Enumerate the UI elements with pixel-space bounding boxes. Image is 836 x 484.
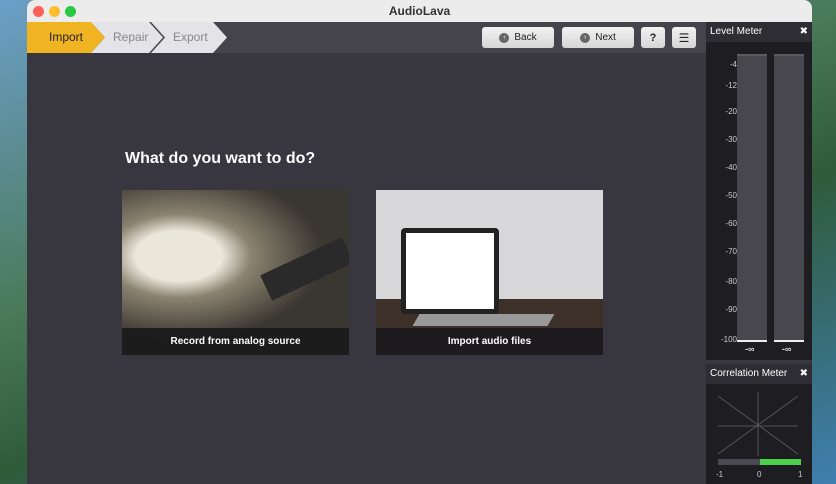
laptop-image (401, 228, 499, 314)
corr-label-min: -1 (716, 470, 724, 479)
scale-tick: -4 (729, 60, 737, 69)
scale-tick: -100 (720, 335, 737, 344)
level-meter-header: Level Meter ✖ (706, 22, 812, 42)
correlation-meter-header: Correlation Meter ✖ (706, 364, 812, 384)
close-icon[interactable]: ✖ (800, 364, 808, 384)
correlation-bar (760, 459, 801, 465)
scale-tick: -60 (725, 219, 737, 228)
page-title: What do you want to do? (125, 150, 316, 167)
level-meter-title: Level Meter (710, 26, 763, 37)
chevron-left-icon: ‹ (499, 32, 510, 43)
right-channel-bar (774, 54, 804, 342)
correlation-meter-title: Correlation Meter (710, 368, 788, 379)
scale-tick: -70 (725, 247, 737, 256)
right-peak-value: -∞ (782, 344, 792, 354)
import-files-label: Import audio files (376, 328, 603, 355)
window-title: AudioLava (388, 4, 451, 18)
title-bar: AudioLava (27, 0, 812, 22)
record-analog-label: Record from analog source (122, 328, 349, 355)
scale-tick: -40 (725, 163, 737, 172)
left-peak-value: -∞ (745, 344, 755, 354)
corr-label-max: 1 (798, 470, 803, 479)
left-channel-bar (737, 54, 767, 342)
record-analog-option[interactable]: Record from analog source (122, 190, 349, 355)
scale-tick: -80 (725, 277, 737, 286)
help-button[interactable]: ? (641, 27, 665, 48)
next-label: Next (595, 32, 616, 43)
corr-label-mid: 0 (757, 470, 762, 479)
zoom-window-button[interactable] (65, 6, 76, 17)
toolbar: Import Repair Export ‹ Back › Next ? ☰ (27, 22, 706, 53)
scale-tick: -12 (725, 81, 737, 90)
back-button[interactable]: ‹ Back (482, 27, 554, 48)
close-window-button[interactable] (33, 6, 44, 17)
scale-tick: -30 (725, 135, 737, 144)
import-files-option[interactable]: Import audio files (376, 190, 603, 355)
close-icon[interactable]: ✖ (800, 22, 808, 42)
app-window: AudioLava Import Repair Export ‹ Back › Ne… (27, 0, 812, 484)
next-button[interactable]: › Next (562, 27, 634, 48)
main-content: What do you want to do? Record from anal… (27, 53, 706, 484)
scale-tick: -20 (725, 107, 737, 116)
correlation-graph (717, 392, 801, 465)
back-label: Back (514, 32, 537, 43)
step-import[interactable]: Import (27, 22, 105, 53)
list-icon: ☰ (678, 30, 690, 45)
scale-tick: -90 (725, 305, 737, 314)
laptop-keyboard (412, 314, 555, 326)
minimize-window-button[interactable] (49, 6, 60, 17)
scale-tick: -50 (725, 191, 737, 200)
chevron-right-icon: › (580, 32, 591, 43)
turntable-image (260, 237, 349, 301)
list-menu-button[interactable]: ☰ (672, 27, 696, 48)
correlation-meter-panel: Correlation Meter ✖ -1 0 1 (706, 364, 812, 484)
level-meter-panel: Level Meter ✖ -4 -12 -20 -30 -40 -50 -60 … (706, 22, 812, 360)
